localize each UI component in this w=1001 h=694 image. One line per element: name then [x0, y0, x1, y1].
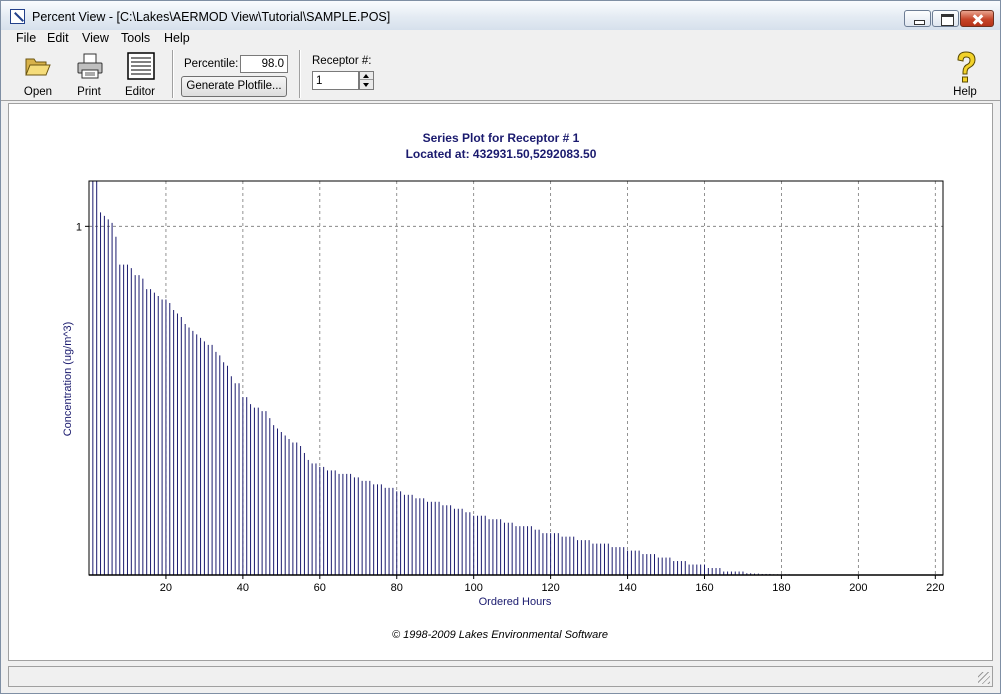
editor-document-icon	[127, 52, 155, 80]
menu-edit[interactable]: Edit	[47, 31, 69, 45]
menu-file[interactable]: File	[16, 31, 36, 45]
toolbar: Open Print Editor Help	[0, 48, 1001, 101]
series-plot-chart: Series Plot for Receptor # 1 Located at:…	[62, 131, 944, 641]
help-label: Help	[953, 86, 977, 98]
menu-tools[interactable]: Tools	[121, 31, 150, 45]
spin-up-icon[interactable]	[360, 72, 373, 80]
x-tick-label: 140	[618, 582, 636, 594]
open-button[interactable]: Open	[14, 48, 62, 100]
receptor-label: Receptor #:	[312, 55, 372, 67]
chart-panel: Series Plot for Receptor # 1 Located at:…	[8, 103, 993, 661]
close-button[interactable]	[960, 10, 994, 27]
app-icon[interactable]	[10, 9, 25, 24]
toolbar-separator	[299, 50, 301, 98]
window-title: Percent View - [C:\Lakes\AERMOD View\Tut…	[32, 10, 391, 24]
y-axis-label: Concentration (ug/m^3)	[62, 322, 74, 437]
minimize-button[interactable]	[904, 10, 931, 27]
percentile-input[interactable]	[240, 55, 288, 73]
toolbar-separator	[172, 50, 174, 98]
help-question-icon	[957, 51, 976, 83]
x-tick-label: 80	[391, 582, 403, 594]
help-button[interactable]: Help	[941, 48, 989, 100]
chart-title: Series Plot for Receptor # 1	[423, 131, 580, 145]
x-tick-label: 160	[695, 582, 713, 594]
copyright-footer: © 1998-2009 Lakes Environmental Software	[392, 629, 608, 641]
plot-frame	[88, 180, 944, 576]
x-tick-label: 60	[314, 582, 326, 594]
x-tick-label: 100	[465, 582, 483, 594]
x-tick-label: 20	[160, 582, 172, 594]
spin-down-icon[interactable]	[360, 81, 373, 89]
percentile-label: Percentile:	[184, 58, 239, 70]
x-tick-label: 220	[926, 582, 944, 594]
receptor-input[interactable]	[312, 71, 359, 90]
menu-help[interactable]: Help	[164, 31, 190, 45]
editor-button[interactable]: Editor	[116, 48, 164, 100]
title-bar[interactable]: Percent View - [C:\Lakes\AERMOD View\Tut…	[0, 0, 1001, 30]
chart-subtitle: Located at: 432931.50,5292083.50	[406, 147, 597, 161]
maximize-button[interactable]	[932, 10, 959, 27]
print-button[interactable]: Print	[65, 48, 113, 100]
x-tick-label: 40	[237, 582, 249, 594]
x-axis-label: Ordered Hours	[479, 596, 552, 608]
x-tick-label: 180	[772, 582, 790, 594]
x-tick-label: 120	[541, 582, 559, 594]
generate-plotfile-button[interactable]: Generate Plotfile...	[181, 76, 287, 97]
receptor-spinner[interactable]	[359, 71, 374, 90]
y-tick-label: 1	[76, 221, 82, 233]
folder-open-icon	[25, 58, 51, 76]
print-label: Print	[77, 86, 101, 98]
status-bar	[8, 666, 993, 687]
resize-grip-icon[interactable]	[978, 672, 990, 684]
printer-icon	[77, 53, 103, 79]
menu-bar: File Edit View Tools Help	[0, 30, 1001, 48]
menu-view[interactable]: View	[82, 31, 109, 45]
editor-label: Editor	[124, 86, 156, 98]
x-tick-label: 200	[849, 582, 867, 594]
open-label: Open	[23, 86, 53, 98]
